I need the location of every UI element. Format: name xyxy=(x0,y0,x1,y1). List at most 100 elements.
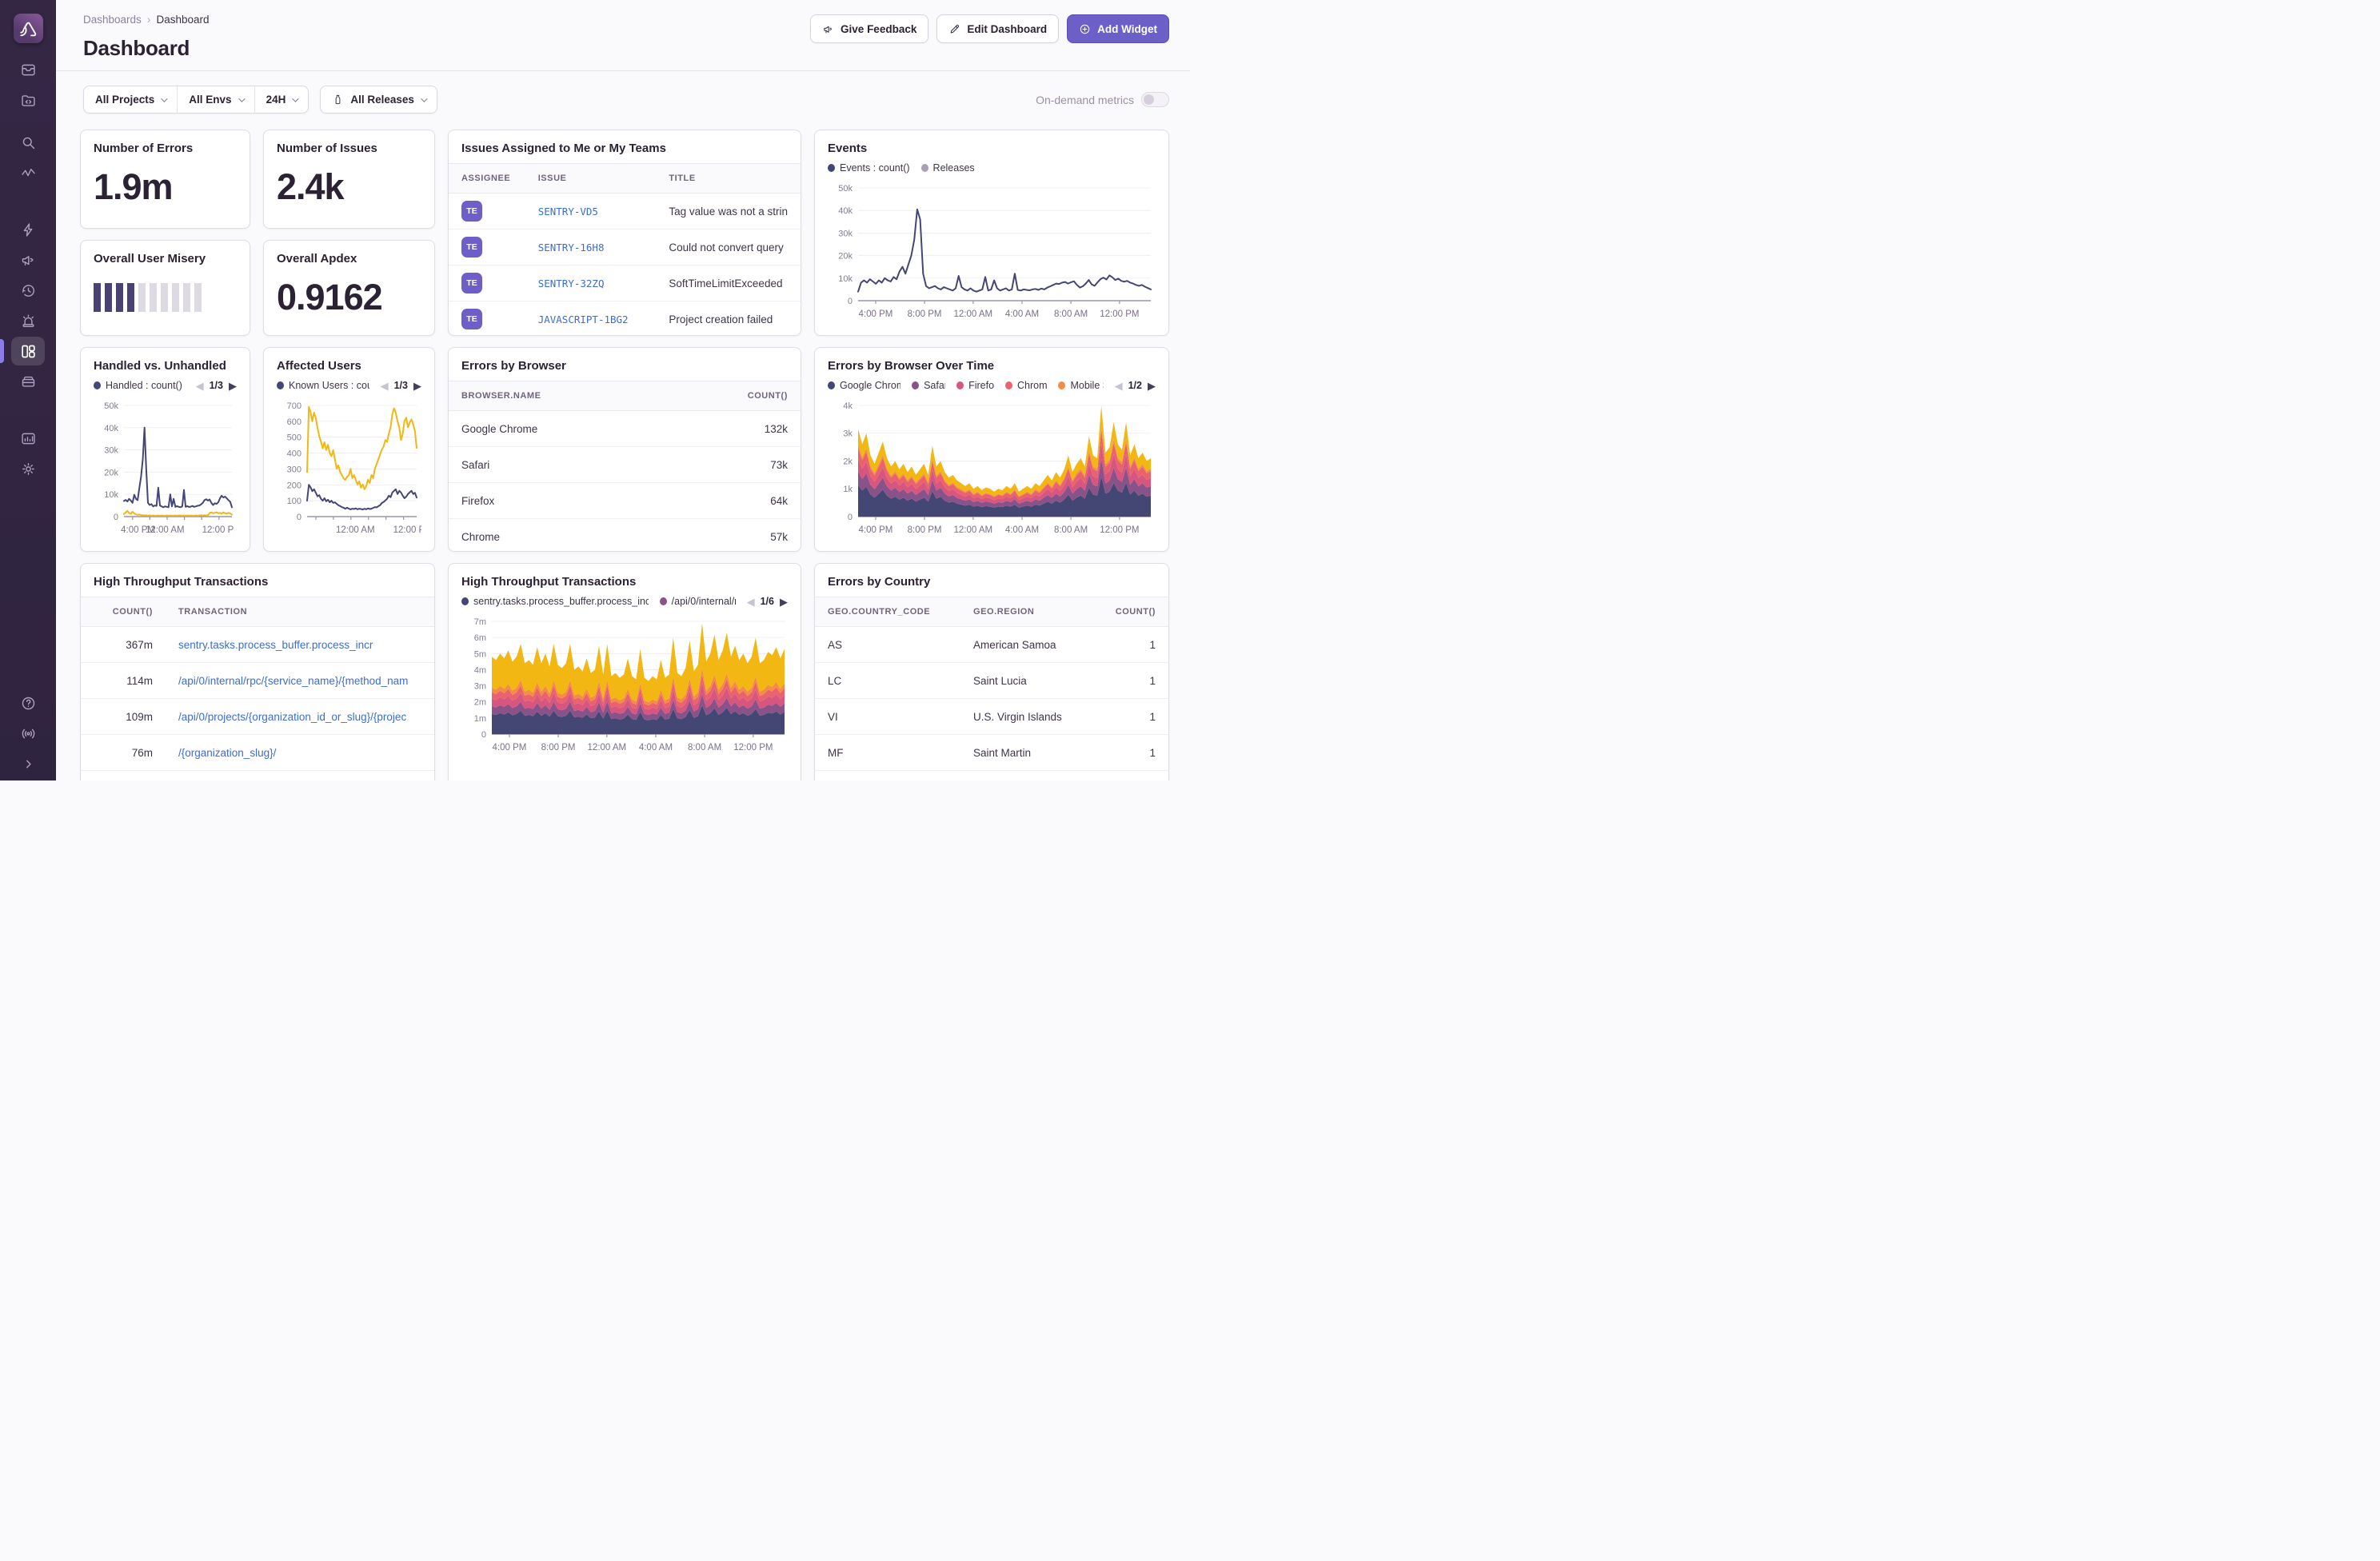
legend-label: sentry.tasks.process_buffer.process_incr xyxy=(473,596,649,607)
active-item-indicator xyxy=(0,339,4,363)
widget-title: Number of Issues xyxy=(277,142,421,155)
issue-link[interactable]: SENTRY-16H8 xyxy=(538,242,605,254)
sidebar-item-search[interactable] xyxy=(11,128,45,157)
legend-label: Known Users : cour xyxy=(289,380,369,391)
svg-text:0: 0 xyxy=(481,730,486,740)
browser-name-cell: Firefox xyxy=(449,483,665,519)
sidebar-item-replays[interactable] xyxy=(11,276,45,305)
column-header[interactable]: GEO.REGION xyxy=(960,597,1092,627)
column-header[interactable]: GEO.COUNTRY_CODE xyxy=(815,597,960,627)
legend-item[interactable]: Mobile S xyxy=(1058,380,1103,391)
column-header[interactable]: ASSIGNEE xyxy=(449,164,525,194)
misery-segment xyxy=(172,283,179,312)
legend-prev-button[interactable]: ◀ xyxy=(196,381,204,391)
legend-item[interactable]: Known Users : cour xyxy=(277,380,369,391)
time-range-filter[interactable]: 24H xyxy=(254,86,309,113)
legend-next-button[interactable]: ▶ xyxy=(780,597,788,607)
legend-item[interactable]: Events : count() xyxy=(828,162,910,174)
sidebar-item-alerts[interactable] xyxy=(11,306,45,335)
sidebar-item-collapse[interactable] xyxy=(11,749,45,778)
avatar[interactable]: TE xyxy=(461,201,482,222)
table-header-row: COUNT()TRANSACTION xyxy=(81,597,434,627)
issue-link[interactable]: SENTRY-32ZQ xyxy=(538,277,605,289)
releases-filter[interactable]: All Releases xyxy=(321,86,437,113)
main-content: Dashboards › Dashboard Dashboard Give Fe… xyxy=(56,0,1190,780)
releases-icon xyxy=(20,373,37,390)
widget-number-of-issues: Number of Issues 2.4k xyxy=(263,130,435,229)
legend-next-button[interactable]: ▶ xyxy=(1148,381,1156,391)
legend-prev-button[interactable]: ◀ xyxy=(1115,381,1123,391)
legend-label: Chrome xyxy=(1017,380,1047,391)
sidebar-item-traces[interactable] xyxy=(11,158,45,187)
legend-prev-button[interactable]: ◀ xyxy=(381,381,389,391)
legend-item[interactable]: Google Chrome xyxy=(828,380,900,391)
column-header[interactable]: TITLE xyxy=(656,164,801,194)
assignee-cell: TE xyxy=(449,194,525,230)
sidebar-item-settings[interactable] xyxy=(11,454,45,483)
avatar[interactable]: TE xyxy=(461,273,482,293)
legend-dot xyxy=(912,381,919,389)
widget-issues-assigned: Issues Assigned to Me or My Teams ASSIGN… xyxy=(448,130,801,336)
legend-label: Releases xyxy=(933,162,975,174)
svg-text:12:00 AM: 12:00 AM xyxy=(588,743,627,753)
column-header[interactable]: TRANSACTION xyxy=(166,597,434,627)
sidebar-item-projects[interactable] xyxy=(11,86,45,114)
sidebar-item-lightning[interactable] xyxy=(11,215,45,244)
transaction-link[interactable]: sentry.tasks.process_buffer.process_incr xyxy=(178,639,373,651)
edit-dashboard-button[interactable]: Edit Dashboard xyxy=(936,14,1059,43)
legend-item[interactable]: Releases xyxy=(921,162,975,174)
legend-dot xyxy=(956,381,964,389)
transaction-link[interactable]: /api/0/internal/rpc/{service_name}/{meth… xyxy=(178,675,408,687)
sidebar-item-stats[interactable] xyxy=(11,424,45,453)
issue-title-cell: Tag value was not a strin xyxy=(656,194,801,230)
legend-item[interactable]: Chrome xyxy=(1005,380,1047,391)
give-feedback-button[interactable]: Give Feedback xyxy=(810,14,928,43)
environments-filter[interactable]: All Envs xyxy=(177,86,254,113)
legend-item[interactable]: sentry.tasks.process_buffer.process_incr xyxy=(461,596,649,607)
count-cell: 114m xyxy=(81,663,166,699)
legend-item[interactable]: Handled : count() xyxy=(94,380,182,391)
issue-link[interactable]: JAVASCRIPT-1BG2 xyxy=(538,313,629,325)
sidebar-item-releases[interactable] xyxy=(11,367,45,396)
column-header[interactable]: COUNT() xyxy=(81,597,166,627)
svg-text:30k: 30k xyxy=(838,229,853,238)
svg-text:500: 500 xyxy=(287,433,301,443)
sentry-logo-icon xyxy=(18,18,38,39)
issue-link[interactable]: SENTRY-VD5 xyxy=(538,206,598,218)
legend-item[interactable]: Firefox xyxy=(956,380,994,391)
country-code-cell: MF xyxy=(815,735,960,771)
avatar[interactable]: TE xyxy=(461,309,482,329)
transaction-link[interactable]: /{organization_slug}/ xyxy=(178,747,276,759)
transaction-link[interactable]: /api/0/projects/{organization_id_or_slug… xyxy=(178,711,406,723)
legend-prev-button[interactable]: ◀ xyxy=(747,597,755,607)
avatar[interactable]: TE xyxy=(461,237,482,258)
legend-dot xyxy=(921,164,928,172)
sidebar-item-dashboards[interactable] xyxy=(11,337,45,365)
legend-next-button[interactable]: ▶ xyxy=(413,381,421,391)
svg-text:4:00 PM: 4:00 PM xyxy=(493,743,527,753)
misery-segment xyxy=(116,283,123,312)
column-header[interactable]: COUNT() xyxy=(665,381,801,411)
sidebar-item-issues[interactable] xyxy=(11,55,45,84)
handled-vs-unhandled-chart: 010k20k30k40k50k4:00 PM12:00 AM12:00 P xyxy=(94,393,237,537)
projects-filter[interactable]: All Projects xyxy=(84,86,177,113)
column-header[interactable]: COUNT() xyxy=(1092,597,1168,627)
add-widget-button[interactable]: Add Widget xyxy=(1067,14,1169,43)
sidebar-item-help[interactable] xyxy=(11,689,45,717)
legend-next-button[interactable]: ▶ xyxy=(229,381,237,391)
widget-high-throughput-transactions-table: High Throughput Transactions COUNT()TRAN… xyxy=(80,563,435,780)
projects-icon xyxy=(20,92,37,109)
sidebar-item-megaphone[interactable] xyxy=(11,246,45,274)
sentry-logo[interactable] xyxy=(14,14,43,43)
legend-item[interactable]: /api/0/internal/r xyxy=(660,596,736,607)
legend-pager: ◀1/3▶ xyxy=(381,380,421,391)
legend-item[interactable]: Safari xyxy=(912,380,945,391)
sidebar-item-broadcast[interactable] xyxy=(11,719,45,748)
browser-name-cell: Safari xyxy=(449,447,665,483)
column-header[interactable]: ISSUE xyxy=(525,164,657,194)
breadcrumb-dashboards[interactable]: Dashboards xyxy=(83,14,142,26)
ondemand-metrics-label: On-demand metrics xyxy=(1036,94,1134,106)
ondemand-metrics-toggle[interactable] xyxy=(1141,92,1169,107)
column-header[interactable]: BROWSER.NAME xyxy=(449,381,665,411)
svg-text:1k: 1k xyxy=(843,485,853,494)
